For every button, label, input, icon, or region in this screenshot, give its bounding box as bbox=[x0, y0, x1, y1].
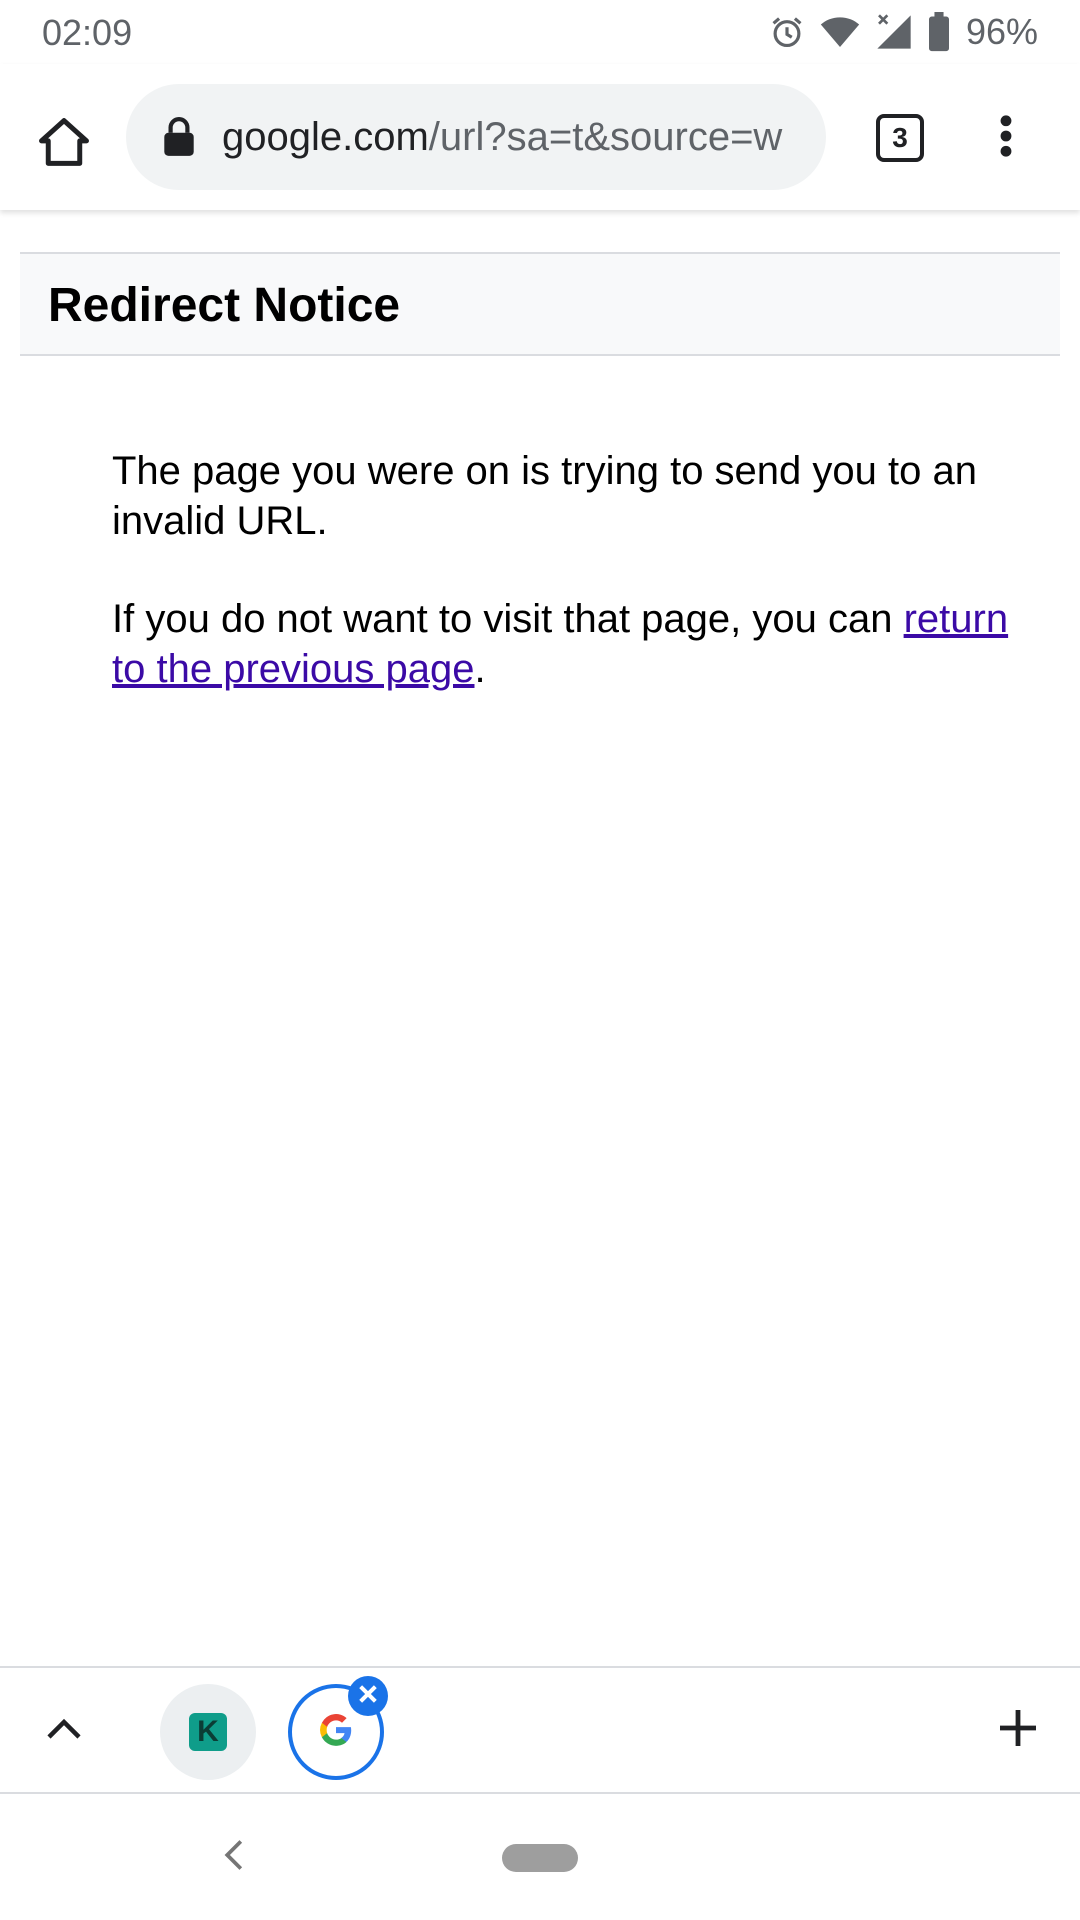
plus-icon bbox=[998, 1708, 1038, 1753]
tab-k[interactable]: K bbox=[160, 1684, 256, 1780]
close-tab-button[interactable] bbox=[348, 1676, 388, 1716]
wifi-icon bbox=[820, 14, 860, 50]
url-path: /url?sa=t&source=w bbox=[428, 115, 783, 159]
tab-switcher-button[interactable]: 3 bbox=[876, 114, 924, 162]
address-bar[interactable]: google.com/url?sa=t&source=w bbox=[126, 84, 826, 190]
page-title: Redirect Notice bbox=[48, 279, 401, 332]
battery-percent: 96% bbox=[965, 11, 1038, 52]
google-favicon-icon bbox=[317, 1711, 355, 1754]
notice-paragraph-2-end: . bbox=[474, 647, 486, 691]
home-button[interactable] bbox=[24, 104, 104, 184]
tab-strip: K bbox=[0, 1666, 1080, 1794]
signal-icon bbox=[874, 11, 914, 53]
close-icon bbox=[357, 1683, 379, 1710]
chevron-up-icon bbox=[46, 1716, 82, 1745]
lock-icon bbox=[162, 116, 196, 158]
expand-tab-strip-button[interactable] bbox=[30, 1692, 98, 1768]
status-bar: 02:09 96% bbox=[0, 0, 1080, 64]
system-nav-bar bbox=[0, 1794, 1080, 1920]
menu-button[interactable] bbox=[978, 108, 1034, 168]
status-icons: 96% bbox=[768, 8, 1038, 56]
web-page: Redirect Notice The page you were on is … bbox=[0, 210, 1080, 1668]
notice-paragraph-2-text: If you do not want to visit that page, y… bbox=[112, 597, 904, 641]
url-domain: google.com bbox=[222, 115, 429, 159]
k-favicon-letter: K bbox=[197, 1715, 219, 1748]
status-time: 02:09 bbox=[42, 12, 133, 53]
notice-paragraph-1: The page you were on is trying to send y… bbox=[112, 449, 977, 543]
tab-count: 3 bbox=[892, 122, 908, 153]
battery-icon bbox=[928, 12, 950, 52]
new-tab-button[interactable] bbox=[990, 1692, 1046, 1768]
back-chevron-icon bbox=[223, 1838, 245, 1877]
notice-paragraph-2: If you do not want to visit that page, y… bbox=[112, 594, 1032, 694]
alarm-icon bbox=[768, 13, 806, 51]
home-pill[interactable] bbox=[502, 1844, 578, 1872]
more-vert-icon bbox=[999, 114, 1013, 163]
url-text: google.com/url?sa=t&source=w bbox=[222, 112, 808, 162]
notice-header: Redirect Notice bbox=[20, 252, 1060, 356]
k-favicon-icon: K bbox=[189, 1713, 227, 1751]
browser-toolbar: google.com/url?sa=t&source=w 3 bbox=[0, 64, 1080, 210]
notice-body: The page you were on is trying to send y… bbox=[112, 446, 1032, 742]
home-icon bbox=[37, 116, 91, 173]
back-button[interactable] bbox=[214, 1830, 254, 1884]
